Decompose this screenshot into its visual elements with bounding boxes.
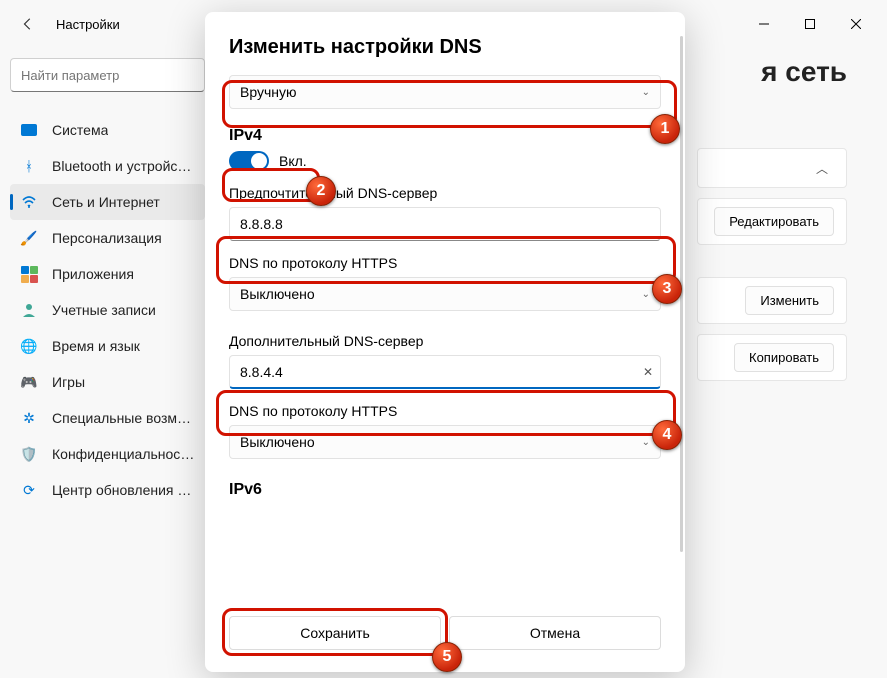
window-title: Настройки <box>56 17 120 32</box>
sidebar: Система ᚼ Bluetooth и устройства Сеть и И… <box>0 48 215 678</box>
maximize-button[interactable] <box>787 8 833 40</box>
sidebar-item-network[interactable]: Сеть и Интернет <box>10 184 205 220</box>
sidebar-item-gaming[interactable]: 🎮 Игры <box>10 364 205 400</box>
alt-dns-input[interactable] <box>229 355 661 389</box>
apps-icon <box>20 265 38 283</box>
dns-mode-dropdown[interactable]: Вручную ⌄ <box>229 75 661 109</box>
account-icon <box>20 301 38 319</box>
dns-settings-dialog: Изменить настройки DNS Вручную ⌄ IPv4 Вк… <box>205 12 685 672</box>
wifi-icon <box>20 193 38 211</box>
preferred-dns-label: Предпочтительный DNS-сервер <box>229 185 661 201</box>
doh-dropdown[interactable]: Выключено ⌄ <box>229 277 661 311</box>
sidebar-item-bluetooth[interactable]: ᚼ Bluetooth и устройства <box>10 148 205 184</box>
sidebar-item-label: Конфиденциальность и защита <box>52 446 195 462</box>
toggle-label: Вкл. <box>279 153 307 169</box>
sidebar-item-privacy[interactable]: 🛡️ Конфиденциальность и защита <box>10 436 205 472</box>
sidebar-item-label: Система <box>52 122 108 138</box>
dropdown-value: Выключено <box>240 434 642 450</box>
gamepad-icon: 🎮 <box>20 373 38 391</box>
save-button[interactable]: Сохранить <box>229 616 441 650</box>
minimize-icon <box>759 19 769 29</box>
ipv6-heading: IPv6 <box>229 481 661 499</box>
sidebar-item-accounts[interactable]: Учетные записи <box>10 292 205 328</box>
sidebar-item-label: Учетные записи <box>52 302 156 318</box>
sidebar-item-personalization[interactable]: 🖌️ Персонализация <box>10 220 205 256</box>
globe-icon: 🌐 <box>20 337 38 355</box>
sidebar-item-update[interactable]: ⟳ Центр обновления Windows <box>10 472 205 508</box>
sidebar-item-label: Приложения <box>52 266 134 282</box>
expand-card[interactable]: ︿ <box>697 148 847 188</box>
shield-icon: 🛡️ <box>20 445 38 463</box>
cancel-button[interactable]: Отмена <box>449 616 661 650</box>
preferred-dns-input[interactable] <box>229 207 661 241</box>
bluetooth-icon: ᚼ <box>20 157 38 175</box>
sidebar-item-time[interactable]: 🌐 Время и язык <box>10 328 205 364</box>
sidebar-item-apps[interactable]: Приложения <box>10 256 205 292</box>
sidebar-item-label: Центр обновления Windows <box>52 482 195 498</box>
chevron-down-icon: ⌄ <box>642 437 650 448</box>
arrow-left-icon <box>21 17 35 31</box>
chevron-down-icon: ⌄ <box>642 289 650 300</box>
doh2-label: DNS по протоколу HTTPS <box>229 403 661 419</box>
sidebar-item-accessibility[interactable]: ✲ Специальные возможности <box>10 400 205 436</box>
sidebar-item-label: Bluetooth и устройства <box>52 158 195 174</box>
system-icon <box>20 121 38 139</box>
dropdown-value: Выключено <box>240 286 642 302</box>
brush-icon: 🖌️ <box>20 229 38 247</box>
sidebar-item-label: Игры <box>52 374 85 390</box>
person-icon: ✲ <box>20 409 38 427</box>
edit-button[interactable]: Редактировать <box>714 207 834 236</box>
doh2-dropdown[interactable]: Выключено ⌄ <box>229 425 661 459</box>
sidebar-item-system[interactable]: Система <box>10 112 205 148</box>
ipv4-heading: IPv4 <box>229 127 661 145</box>
minimize-button[interactable] <box>741 8 787 40</box>
sidebar-item-label: Сеть и Интернет <box>52 194 160 210</box>
sidebar-item-label: Персонализация <box>52 230 162 246</box>
ipv4-toggle[interactable] <box>229 151 269 171</box>
chevron-down-icon: ⌄ <box>642 87 650 98</box>
sidebar-item-label: Специальные возможности <box>52 410 195 426</box>
chevron-up-icon: ︿ <box>816 160 828 177</box>
close-button[interactable] <box>833 8 879 40</box>
change-button[interactable]: Изменить <box>745 286 834 315</box>
update-icon: ⟳ <box>20 481 38 499</box>
clear-input-icon[interactable]: ✕ <box>643 365 653 379</box>
alt-dns-label: Дополнительный DNS-сервер <box>229 333 661 349</box>
scrollbar[interactable] <box>680 36 683 552</box>
back-button[interactable] <box>8 4 48 44</box>
copy-button[interactable]: Копировать <box>734 343 834 372</box>
maximize-icon <box>805 19 815 29</box>
dialog-title: Изменить настройки DNS <box>229 36 661 59</box>
search-input[interactable] <box>10 58 205 92</box>
close-icon <box>851 19 861 29</box>
dropdown-value: Вручную <box>240 84 642 100</box>
sidebar-item-label: Время и язык <box>52 338 140 354</box>
doh-label: DNS по протоколу HTTPS <box>229 255 661 271</box>
